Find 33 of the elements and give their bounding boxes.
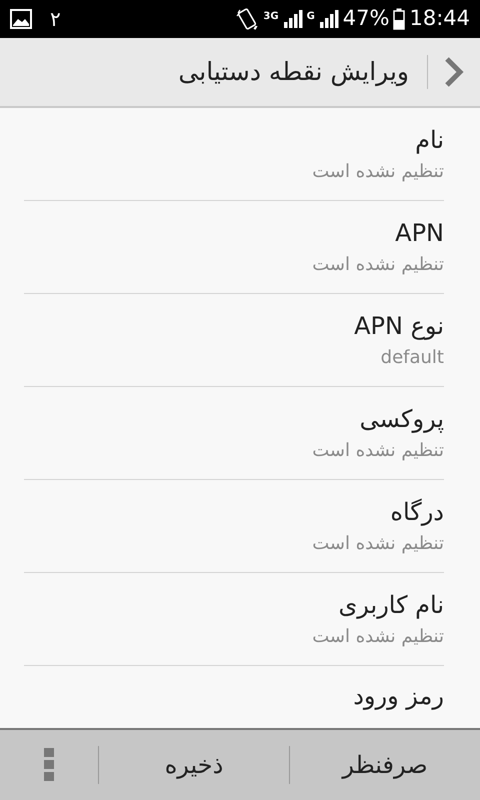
- item-title: درگاه: [390, 497, 444, 528]
- battery-icon: [393, 8, 406, 30]
- gallery-icon: [10, 9, 32, 29]
- settings-item[interactable]: نام تنظیم نشده است: [24, 108, 444, 201]
- item-title: نوع APN: [354, 311, 444, 342]
- item-title: APN: [395, 218, 444, 249]
- item-summary: تنظیم نشده است: [312, 160, 444, 184]
- item-title: رمز ورود: [353, 681, 444, 712]
- item-summary: تنظیم نشده است: [312, 439, 444, 463]
- chevron-icon: [443, 56, 465, 88]
- battery-percent: 47%: [342, 5, 390, 32]
- item-summary: تنظیم نشده است: [312, 625, 444, 649]
- vibrate-icon: [235, 7, 260, 31]
- settings-item[interactable]: رمز ورود: [24, 666, 444, 712]
- item-summary: تنظیم نشده است: [312, 532, 444, 556]
- signal-icon: [282, 9, 303, 29]
- settings-item[interactable]: درگاه تنظیم نشده است: [24, 480, 444, 573]
- item-summary: default: [380, 346, 444, 370]
- item-title: نام کاربری: [338, 590, 444, 621]
- item-summary: تنظیم نشده است: [312, 253, 444, 277]
- settings-item[interactable]: پروکسی تنظیم نشده است: [24, 387, 444, 480]
- clock: 18:44: [409, 5, 470, 32]
- notification-count: ۲: [50, 6, 61, 33]
- network-type: 3G: [263, 10, 279, 24]
- item-title: نام: [415, 125, 444, 156]
- signal-icon: [318, 9, 339, 29]
- screen-title: ویرایش نقطه دستیابی: [178, 56, 409, 88]
- more-icon: [44, 748, 54, 782]
- settings-item[interactable]: نام کاربری تنظیم نشده است: [24, 573, 444, 666]
- action-button[interactable]: صرفنظر: [290, 730, 480, 800]
- item-title: پروکسی: [360, 404, 444, 435]
- action-button[interactable]: ذخیره: [99, 730, 289, 800]
- network-type: G: [306, 10, 315, 24]
